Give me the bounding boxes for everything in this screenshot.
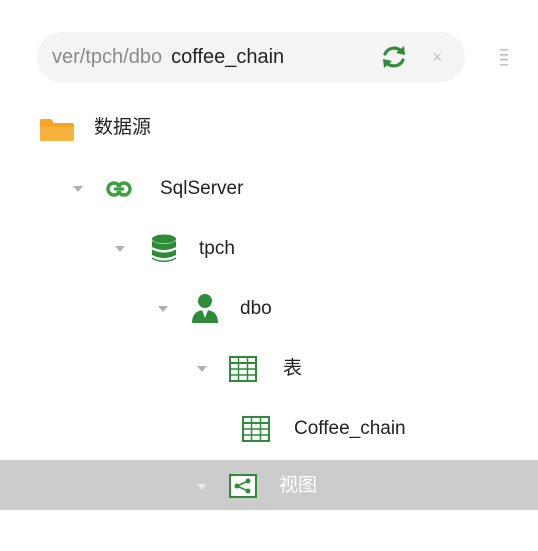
tree-node-label: 表: [283, 358, 303, 379]
expand-arrow-icon[interactable]: [115, 246, 125, 252]
table-icon: [242, 416, 270, 442]
tree-node-tpch[interactable]: tpch: [0, 224, 538, 274]
current-path-name: coffee_chain: [171, 45, 285, 68]
tree-node-label: Coffee_chain: [294, 418, 406, 439]
tree-node-label: 数据源: [94, 117, 152, 138]
datasource-tree-panel: ver/tpch/dbo coffee_chain × 数据源 SqlServe…: [0, 0, 538, 551]
tree-node-coffee-chain[interactable]: Coffee_chain: [0, 404, 538, 454]
expand-arrow-icon[interactable]: [197, 366, 207, 372]
refresh-icon[interactable]: [380, 43, 408, 71]
tree-node-datasource[interactable]: 数据源: [0, 103, 538, 153]
tree-node-label: SqlServer: [160, 178, 244, 199]
database-icon: [152, 234, 176, 262]
expand-arrow-icon[interactable]: [158, 306, 168, 312]
tree-node-views[interactable]: 视图: [0, 460, 538, 510]
tree-node-label: tpch: [199, 238, 235, 259]
path-prefix: ver/tpch/dbo: [52, 45, 163, 68]
user-icon: [192, 294, 218, 323]
more-vertical-icon[interactable]: [498, 47, 510, 67]
table-icon: [229, 356, 257, 382]
tree-node-sqlserver[interactable]: SqlServer: [0, 164, 538, 214]
view-icon: [229, 474, 257, 498]
tree-node-label: dbo: [240, 298, 272, 319]
folder-icon: [40, 119, 74, 141]
link-icon: [106, 181, 132, 197]
path-search-bar[interactable]: ver/tpch/dbo coffee_chain ×: [37, 32, 465, 82]
expand-arrow-icon[interactable]: [197, 484, 207, 490]
expand-arrow-icon[interactable]: [73, 186, 83, 192]
tree-node-tables[interactable]: 表: [0, 344, 538, 394]
tree-node-label: 视图: [279, 475, 318, 496]
tree-node-dbo[interactable]: dbo: [0, 284, 538, 334]
clear-icon[interactable]: ×: [432, 45, 446, 69]
